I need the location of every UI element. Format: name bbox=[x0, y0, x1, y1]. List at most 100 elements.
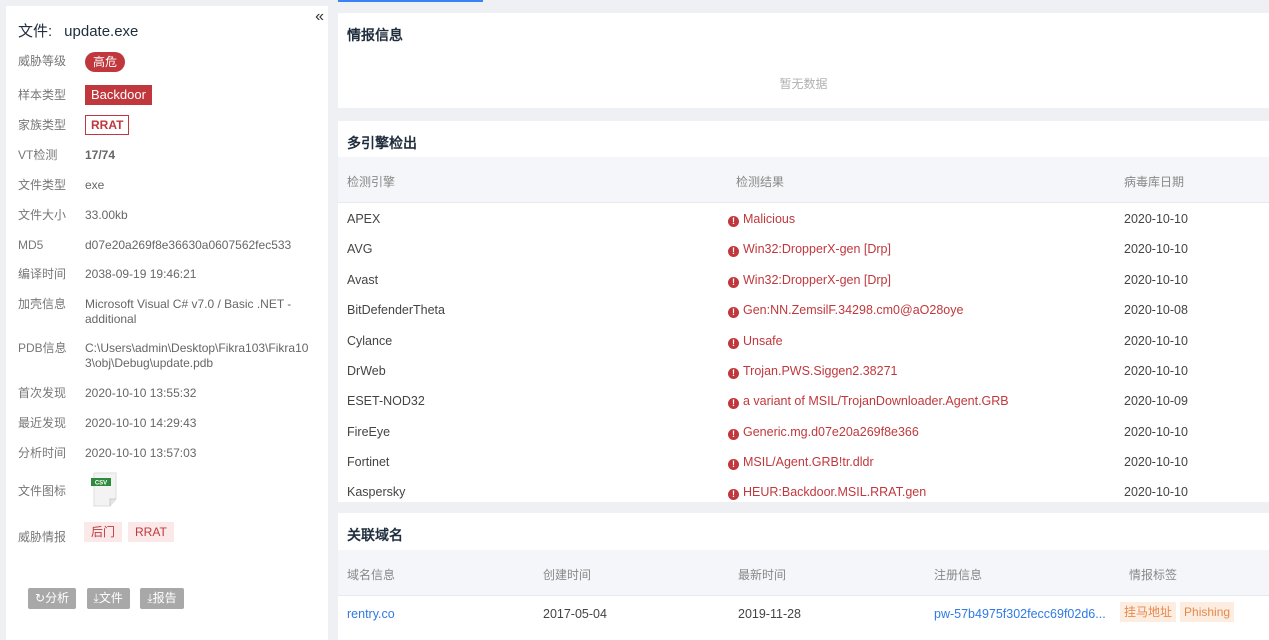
domain-tag[interactable]: 挂马地址 bbox=[1120, 602, 1177, 622]
vt-value: 17/74 bbox=[85, 148, 116, 162]
domain-updated: 2019-11-28 bbox=[738, 607, 802, 621]
db-date: 2020-10-10 bbox=[1124, 212, 1188, 226]
db-date: 2020-10-10 bbox=[1124, 242, 1188, 256]
table-row: DrWeb ! Trojan.PWS.Siggen2.38271 2020-10-10 bbox=[338, 356, 1269, 386]
file-size-value: 33.00kb bbox=[85, 208, 128, 222]
threat-level-label: 威胁等级 bbox=[18, 54, 67, 68]
header-domain: 域名信息 bbox=[347, 568, 396, 582]
header-registrar: 注册信息 bbox=[934, 568, 983, 582]
compile-time-value: 2038-09-19 19:46:21 bbox=[85, 267, 197, 281]
alert-icon: ! bbox=[728, 307, 739, 318]
first-seen-value: 2020-10-10 13:55:32 bbox=[85, 386, 197, 400]
intel-tags: 后门 RRAT bbox=[84, 522, 180, 542]
pdb-label: PDB信息 bbox=[18, 341, 67, 355]
header-created: 创建时间 bbox=[543, 568, 592, 582]
collapse-panel-icon[interactable]: « bbox=[315, 8, 324, 26]
intel-card: 情报信息 暂无数据 bbox=[338, 13, 1269, 108]
engine-name: Avast bbox=[347, 273, 379, 287]
table-row: AVG ! Win32:DropperX-gen [Drp] 2020-10-10 bbox=[338, 234, 1269, 264]
detection-result: ! Win32:DropperX-gen [Drp] bbox=[728, 273, 891, 288]
header-date: 病毒库日期 bbox=[1124, 175, 1185, 189]
domain-created: 2017-05-04 bbox=[543, 607, 607, 621]
header-result: 检测结果 bbox=[736, 175, 785, 189]
db-date: 2020-10-10 bbox=[1124, 455, 1188, 469]
engine-name: APEX bbox=[347, 212, 381, 226]
engine-name: DrWeb bbox=[347, 364, 386, 378]
family-label: 家族类型 bbox=[18, 118, 67, 132]
db-date: 2020-10-10 bbox=[1124, 485, 1188, 499]
engines-table-header: 检测引擎 检测结果 病毒库日期 bbox=[338, 157, 1269, 203]
intel-tag[interactable]: RRAT bbox=[128, 522, 174, 542]
intel-card-title: 情报信息 bbox=[347, 27, 403, 43]
engines-card: 多引擎检出 检测引擎 检测结果 病毒库日期 APEX ! Malicious 2020… bbox=[338, 121, 1269, 502]
detection-result: ! MSIL/Agent.GRB!tr.dldr bbox=[728, 455, 874, 470]
detection-result: ! Generic.mg.d07e20a269f8e366 bbox=[728, 425, 919, 440]
db-date: 2020-10-10 bbox=[1124, 364, 1188, 378]
header-updated: 最新时间 bbox=[738, 568, 787, 582]
analysis-time-value: 2020-10-10 13:57:03 bbox=[85, 446, 197, 460]
csv-icon-text: CSV bbox=[95, 481, 107, 487]
detection-result: ! a variant of MSIL/TrojanDownloader.Agen… bbox=[728, 394, 1009, 409]
alert-icon: ! bbox=[728, 489, 739, 500]
alert-icon: ! bbox=[728, 246, 739, 257]
engine-name: FireEye bbox=[347, 425, 391, 439]
file-title: 文件: update.exe bbox=[18, 20, 138, 41]
threat-level-badge: 高危 bbox=[85, 52, 126, 72]
sample-type-badge: Backdoor bbox=[85, 85, 152, 105]
table-row: rentry.co 2017-05-04 2019-11-28 pw-57b49… bbox=[338, 599, 1269, 629]
table-row: Kaspersky ! HEUR:Backdoor.MSIL.RRAT.gen 202… bbox=[338, 477, 1269, 507]
alert-icon: ! bbox=[728, 459, 739, 470]
db-date: 2020-10-10 bbox=[1124, 273, 1188, 287]
sample-info-panel: « 文件: update.exe 威胁等级 高危 样本类型 Backdoor 家族… bbox=[6, 6, 328, 640]
sample-type-label: 样本类型 bbox=[18, 88, 67, 102]
table-row: APEX ! Malicious 2020-10-10 bbox=[338, 204, 1269, 234]
table-row: BitDefenderTheta ! Gen:NN.ZemsilF.34298.cm… bbox=[338, 295, 1269, 325]
first-seen-label: 首次发现 bbox=[18, 386, 67, 400]
last-seen-value: 2020-10-10 14:29:43 bbox=[85, 416, 197, 430]
packer-value: Microsoft Visual C# v7.0 / Basic .NET - … bbox=[85, 297, 292, 326]
analysis-time-label: 分析时间 bbox=[18, 446, 67, 460]
md5-value: d07e20a269f8e36630a0607562fec533 bbox=[85, 238, 292, 252]
table-row: ESET-NOD32 ! a variant of MSIL/TrojanDownl… bbox=[338, 386, 1269, 416]
compile-time-label: 编译时间 bbox=[18, 267, 67, 281]
download-report-button[interactable]: ⤓报告 bbox=[140, 588, 184, 609]
file-type-value: exe bbox=[85, 178, 105, 192]
domains-card: 关联域名 域名信息 创建时间 最新时间 注册信息 情报标签 rentry.co … bbox=[338, 513, 1269, 640]
download-file-button[interactable]: ⤓文件 bbox=[86, 588, 130, 609]
detection-result: ! Malicious bbox=[728, 212, 795, 227]
intel-label: 威胁情报 bbox=[18, 530, 67, 544]
file-name: update.exe bbox=[64, 23, 139, 40]
header-tags: 情报标签 bbox=[1129, 568, 1178, 582]
detection-result: ! Trojan.PWS.Siggen2.38271 bbox=[728, 364, 898, 379]
registrar-link[interactable]: pw-57b4975f302fecc69f02d6... bbox=[934, 607, 1106, 621]
empty-state: 暂无数据 bbox=[779, 77, 828, 91]
md5-label: MD5 bbox=[18, 238, 44, 252]
domain-tag[interactable]: Phishing bbox=[1180, 602, 1235, 622]
domain-link[interactable]: rentry.co bbox=[347, 607, 395, 621]
analyze-button[interactable]: ↻分析 bbox=[28, 588, 77, 609]
alert-icon: ! bbox=[728, 216, 739, 227]
alert-icon: ! bbox=[728, 368, 739, 379]
engine-name: AVG bbox=[347, 242, 373, 256]
alert-icon: ! bbox=[728, 338, 739, 349]
detection-result: ! Gen:NN.ZemsilF.34298.cm0@aO28oye bbox=[728, 303, 963, 318]
header-engine: 检测引擎 bbox=[347, 175, 396, 189]
alert-icon: ! bbox=[728, 398, 739, 409]
family-badge: RRAT bbox=[85, 115, 130, 135]
file-icon-label: 文件图标 bbox=[18, 484, 67, 498]
engine-name: BitDefenderTheta bbox=[347, 303, 445, 317]
alert-icon: ! bbox=[728, 429, 739, 440]
vt-label: VT检测 bbox=[18, 148, 58, 162]
domains-table-header: 域名信息 创建时间 最新时间 注册信息 情报标签 bbox=[338, 550, 1269, 596]
csv-file-icon: CSV bbox=[91, 472, 117, 507]
packer-label: 加壳信息 bbox=[18, 297, 67, 311]
engine-name: Fortinet bbox=[347, 455, 390, 469]
action-buttons: ↻分析 ⤓文件 ⤓报告 bbox=[28, 588, 190, 609]
intel-tag[interactable]: 后门 bbox=[84, 522, 123, 542]
table-row: Cylance ! Unsafe 2020-10-10 bbox=[338, 326, 1269, 356]
table-row: Avast ! Win32:DropperX-gen [Drp] 2020-10-10 bbox=[338, 265, 1269, 295]
file-type-label: 文件类型 bbox=[18, 178, 67, 192]
detection-result: ! Win32:DropperX-gen [Drp] bbox=[728, 242, 891, 257]
alert-icon: ! bbox=[728, 277, 739, 288]
domain-tags: 挂马地址 Phishing bbox=[1120, 602, 1238, 622]
